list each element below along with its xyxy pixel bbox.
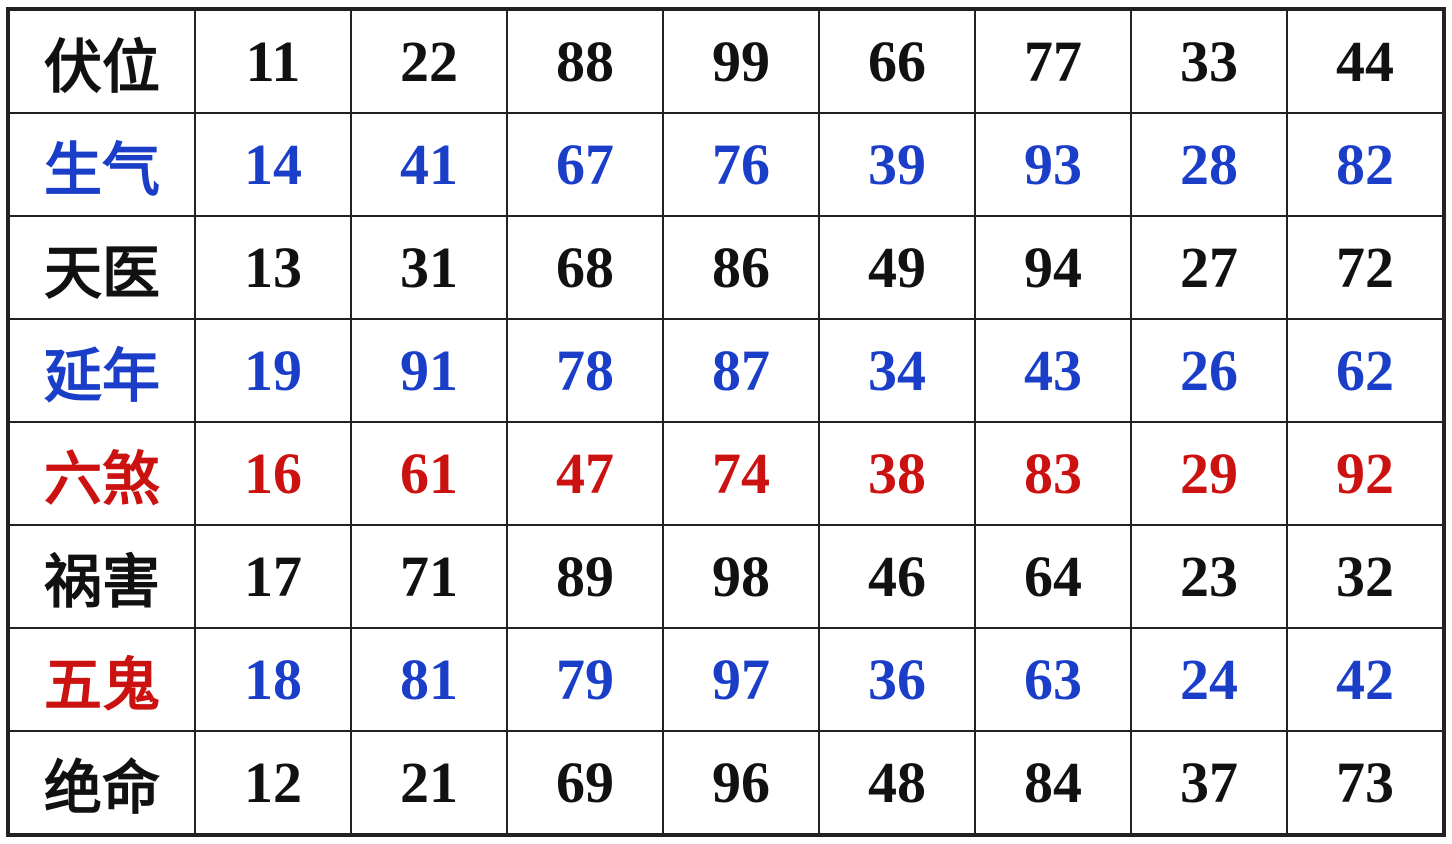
table-cell: 71 bbox=[351, 525, 507, 628]
table-cell: 77 bbox=[975, 10, 1131, 113]
row-label: 五鬼 bbox=[9, 628, 195, 731]
table-cell: 42 bbox=[1287, 628, 1443, 731]
table-cell: 16 bbox=[195, 422, 351, 525]
table-cell: 88 bbox=[507, 10, 663, 113]
table-cell: 36 bbox=[819, 628, 975, 731]
table-cell: 74 bbox=[663, 422, 819, 525]
table-cell: 99 bbox=[663, 10, 819, 113]
table-cell: 94 bbox=[975, 216, 1131, 319]
table-cell: 96 bbox=[663, 731, 819, 834]
table-row: 伏位1122889966773344 bbox=[9, 10, 1443, 113]
table-cell: 43 bbox=[975, 319, 1131, 422]
table-cell: 38 bbox=[819, 422, 975, 525]
table-cell: 73 bbox=[1287, 731, 1443, 834]
table-cell: 78 bbox=[507, 319, 663, 422]
row-label: 绝命 bbox=[9, 731, 195, 834]
table-cell: 79 bbox=[507, 628, 663, 731]
table-cell: 89 bbox=[507, 525, 663, 628]
table-cell: 82 bbox=[1287, 113, 1443, 216]
row-label: 天医 bbox=[9, 216, 195, 319]
table-cell: 84 bbox=[975, 731, 1131, 834]
table-cell: 34 bbox=[819, 319, 975, 422]
table-cell: 23 bbox=[1131, 525, 1287, 628]
table-cell: 97 bbox=[663, 628, 819, 731]
table-cell: 98 bbox=[663, 525, 819, 628]
table-cell: 39 bbox=[819, 113, 975, 216]
row-label: 六煞 bbox=[9, 422, 195, 525]
table-cell: 13 bbox=[195, 216, 351, 319]
table-cell: 14 bbox=[195, 113, 351, 216]
data-table: 伏位1122889966773344生气1441677639932882天医13… bbox=[8, 9, 1444, 835]
table-cell: 66 bbox=[819, 10, 975, 113]
table-cell: 12 bbox=[195, 731, 351, 834]
table-cell: 81 bbox=[351, 628, 507, 731]
table-cell: 19 bbox=[195, 319, 351, 422]
table-row: 生气1441677639932882 bbox=[9, 113, 1443, 216]
table-cell: 33 bbox=[1131, 10, 1287, 113]
table-row: 六煞1661477438832992 bbox=[9, 422, 1443, 525]
row-label: 延年 bbox=[9, 319, 195, 422]
table-cell: 27 bbox=[1131, 216, 1287, 319]
table-cell: 44 bbox=[1287, 10, 1443, 113]
table-row: 天医1331688649942772 bbox=[9, 216, 1443, 319]
table-cell: 18 bbox=[195, 628, 351, 731]
table-cell: 63 bbox=[975, 628, 1131, 731]
table-cell: 21 bbox=[351, 731, 507, 834]
table-cell: 28 bbox=[1131, 113, 1287, 216]
table-cell: 86 bbox=[663, 216, 819, 319]
table-row: 祸害1771899846642332 bbox=[9, 525, 1443, 628]
table-cell: 69 bbox=[507, 731, 663, 834]
table-cell: 11 bbox=[195, 10, 351, 113]
row-label: 祸害 bbox=[9, 525, 195, 628]
table-cell: 64 bbox=[975, 525, 1131, 628]
table-row: 五鬼1881799736632442 bbox=[9, 628, 1443, 731]
table-cell: 92 bbox=[1287, 422, 1443, 525]
table-cell: 24 bbox=[1131, 628, 1287, 731]
table-cell: 37 bbox=[1131, 731, 1287, 834]
table-cell: 76 bbox=[663, 113, 819, 216]
table-cell: 61 bbox=[351, 422, 507, 525]
table-cell: 72 bbox=[1287, 216, 1443, 319]
table-cell: 91 bbox=[351, 319, 507, 422]
table-cell: 68 bbox=[507, 216, 663, 319]
row-label: 生气 bbox=[9, 113, 195, 216]
table-cell: 29 bbox=[1131, 422, 1287, 525]
table-row: 延年1991788734432662 bbox=[9, 319, 1443, 422]
table-cell: 93 bbox=[975, 113, 1131, 216]
table-cell: 67 bbox=[507, 113, 663, 216]
table-cell: 49 bbox=[819, 216, 975, 319]
table-cell: 41 bbox=[351, 113, 507, 216]
table-cell: 22 bbox=[351, 10, 507, 113]
main-table-container: 伏位1122889966773344生气1441677639932882天医13… bbox=[6, 7, 1446, 837]
table-cell: 26 bbox=[1131, 319, 1287, 422]
table-cell: 48 bbox=[819, 731, 975, 834]
table-cell: 87 bbox=[663, 319, 819, 422]
table-cell: 32 bbox=[1287, 525, 1443, 628]
table-cell: 31 bbox=[351, 216, 507, 319]
table-cell: 17 bbox=[195, 525, 351, 628]
row-label: 伏位 bbox=[9, 10, 195, 113]
table-cell: 62 bbox=[1287, 319, 1443, 422]
table-row: 绝命1221699648843773 bbox=[9, 731, 1443, 834]
table-cell: 47 bbox=[507, 422, 663, 525]
table-cell: 83 bbox=[975, 422, 1131, 525]
table-cell: 46 bbox=[819, 525, 975, 628]
